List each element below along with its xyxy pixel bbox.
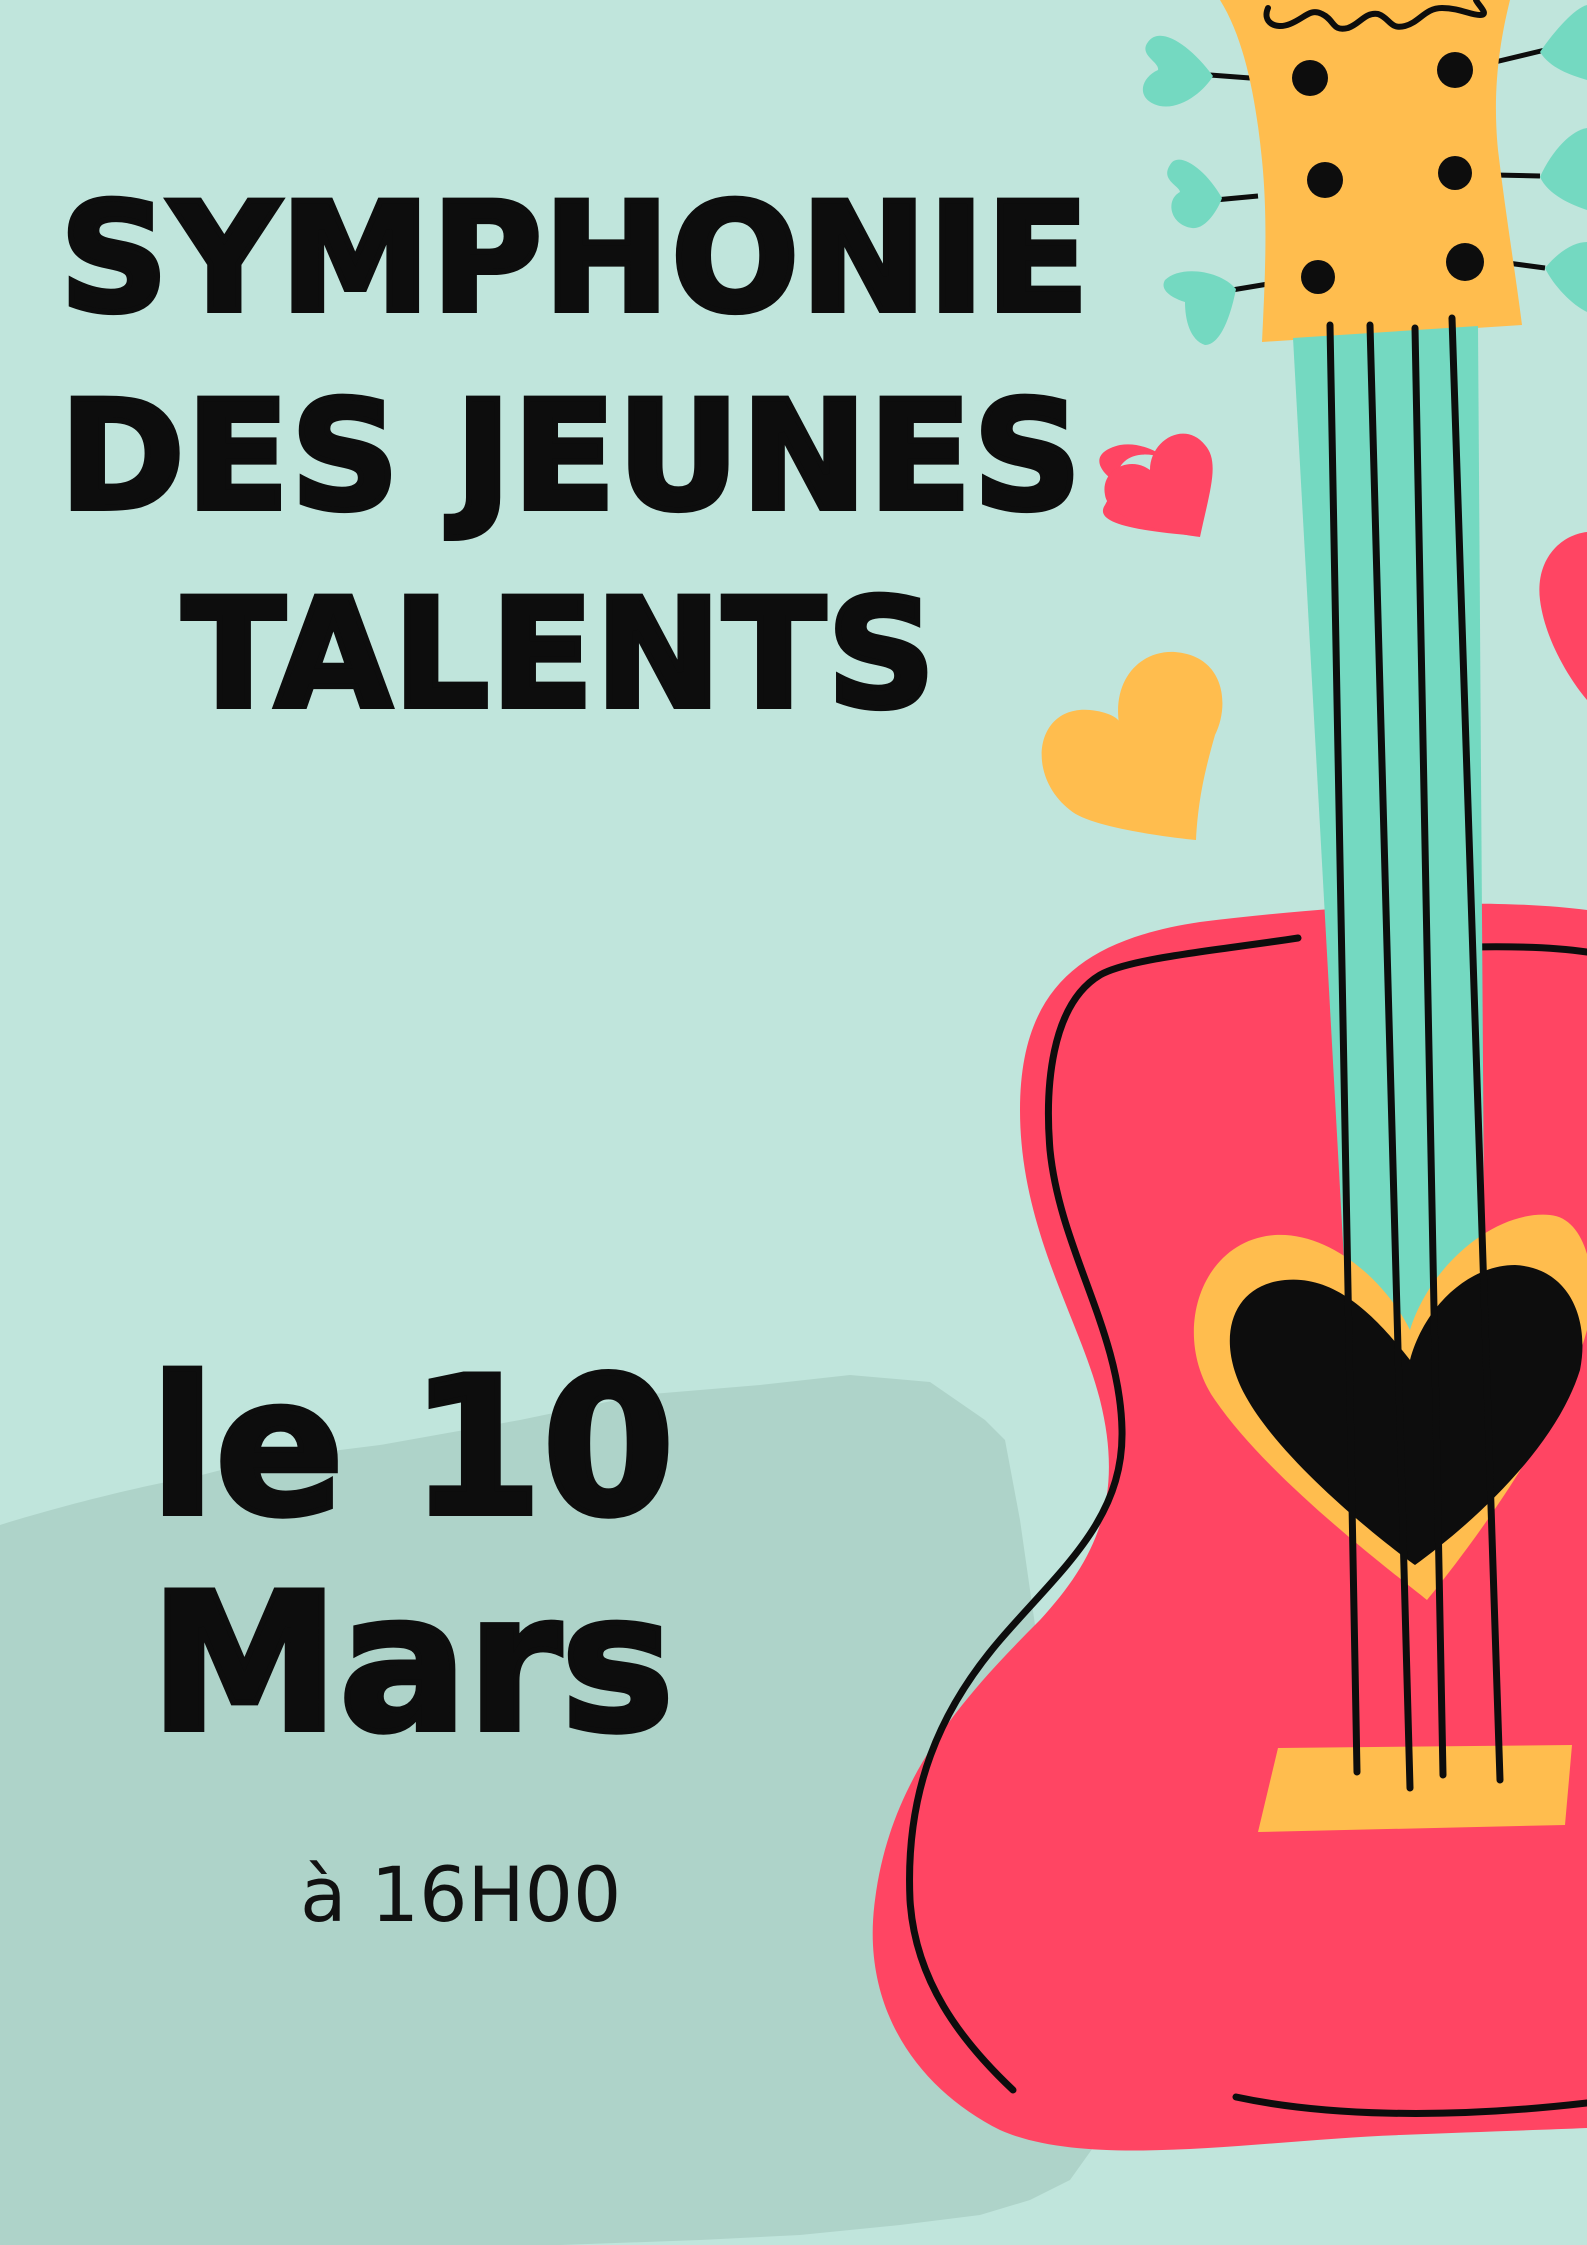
title-line: DES JEUNES	[57, 367, 1084, 547]
title-line: SYMPHONIE	[57, 169, 1092, 349]
title-line: TALENTS	[180, 565, 939, 745]
guitar-headstock	[1220, 0, 1522, 342]
guitar-bridge	[1258, 1745, 1572, 1832]
date-line: Mars	[147, 1553, 677, 1775]
heart-icon	[1539, 532, 1587, 700]
event-date: le 10 Mars	[147, 1337, 770, 1775]
date-line: le 10	[147, 1337, 678, 1559]
event-title: SYMPHONIE DES JEUNES TALENTS	[57, 160, 1092, 754]
event-time: à 16H00	[300, 1850, 622, 1939]
event-poster: SYMPHONIE DES JEUNES TALENTS le 10 Mars …	[0, 0, 1587, 2245]
heart-icon	[1041, 651, 1223, 840]
